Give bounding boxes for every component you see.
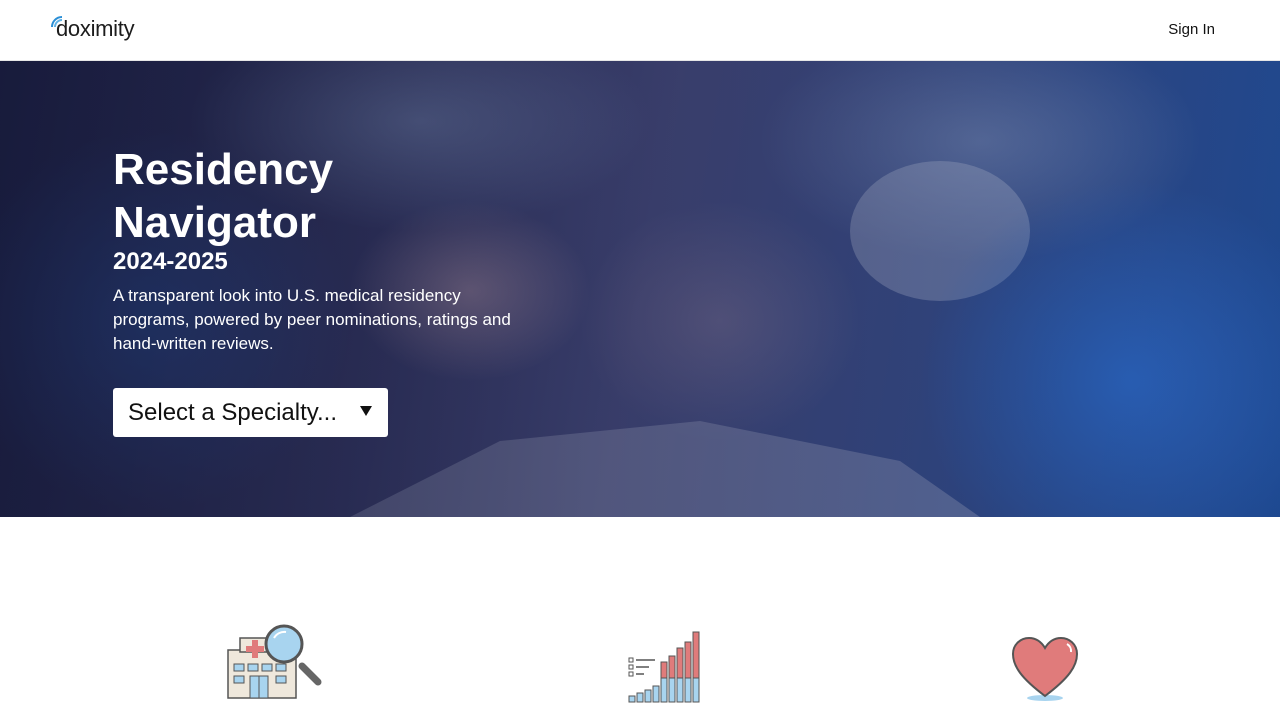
specialty-select[interactable]: Select a Specialty... [113, 388, 388, 437]
edition-years: 2024-2025 [113, 248, 228, 275]
ranking-bars-icon [628, 631, 700, 703]
logo-arc-icon [51, 16, 63, 28]
dropdown-arrow-icon [360, 406, 372, 416]
sign-in-link[interactable]: Sign In [1168, 19, 1215, 41]
features-section [0, 517, 1280, 720]
top-navigation: doximity Sign In [0, 0, 1280, 61]
heart-icon [1011, 636, 1079, 701]
hero-description: A transparent look into U.S. medical res… [113, 286, 511, 353]
hero-banner: Residency Navigator 2024-2025 A transpar… [0, 61, 1280, 517]
hospital-search-icon [227, 624, 322, 699]
doximity-logo[interactable]: doximity [49, 14, 135, 44]
specialty-select-placeholder: Select a Specialty... [128, 399, 337, 426]
page-title: Residency Navigator [113, 145, 334, 247]
